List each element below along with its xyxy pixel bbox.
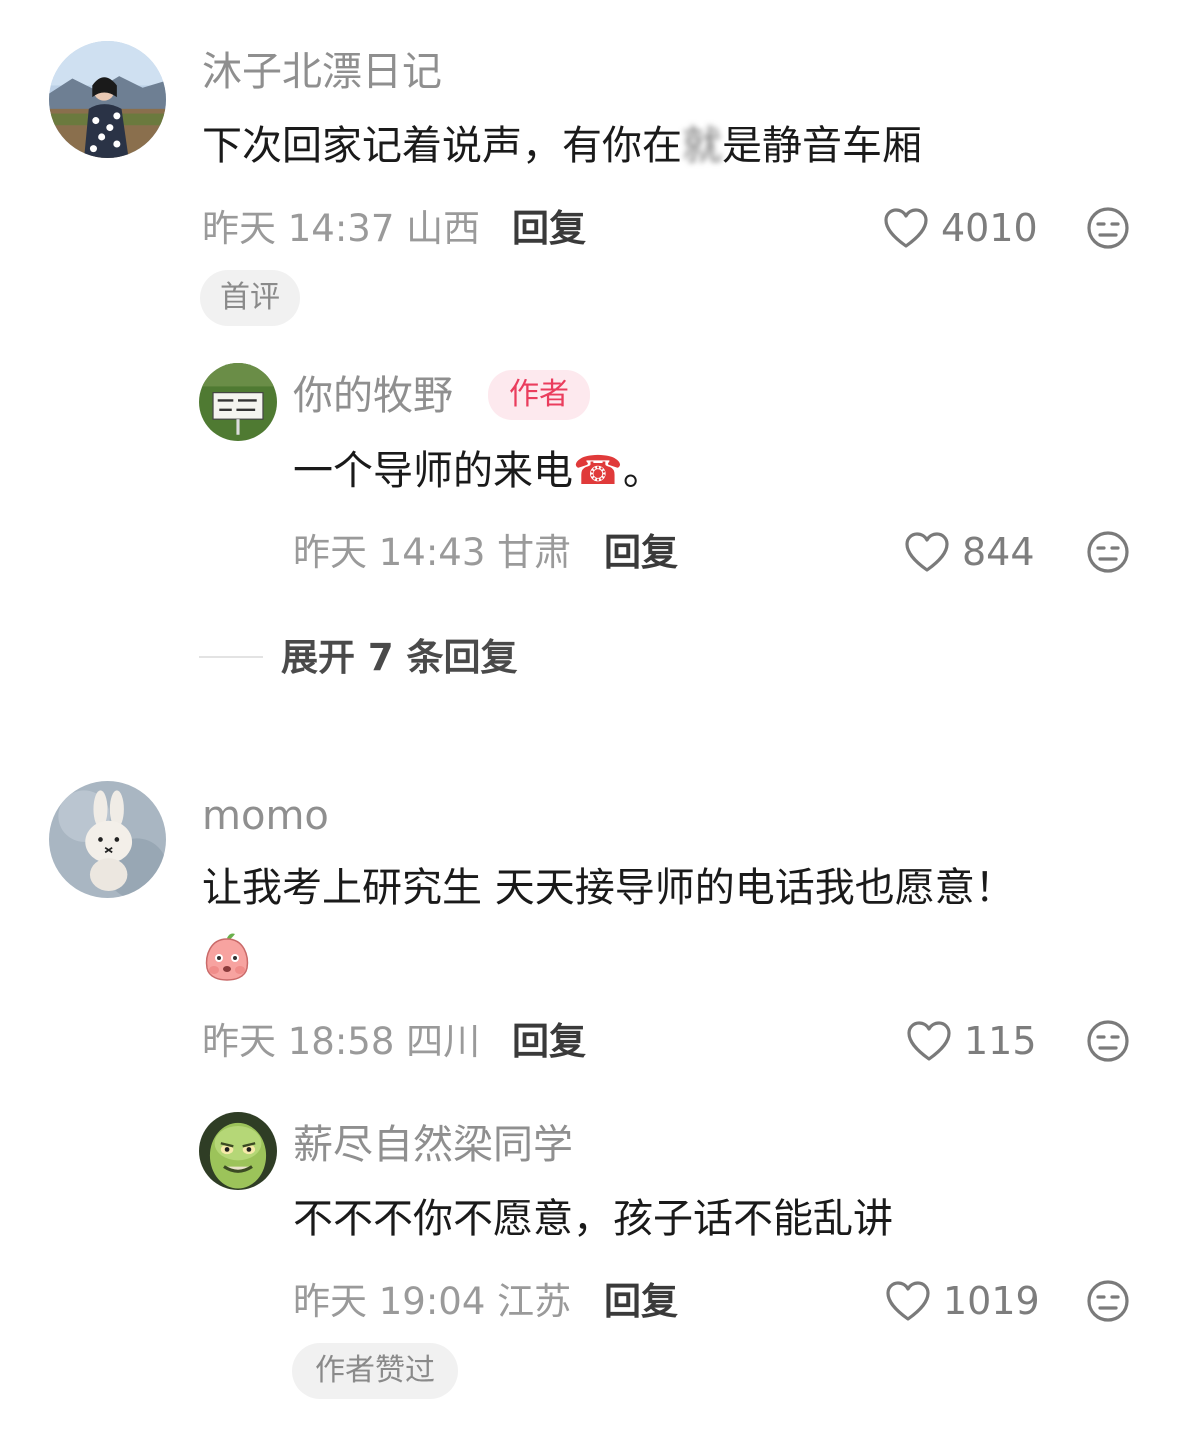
like-button[interactable] bbox=[903, 530, 951, 574]
heart-icon bbox=[905, 532, 949, 572]
comment-meta: 昨天 18:58 四川 bbox=[202, 1020, 481, 1063]
avatar-image bbox=[199, 363, 277, 441]
comment-username[interactable]: 薪尽自然梁同学 bbox=[293, 1125, 573, 1165]
like-count: 1019 bbox=[943, 1279, 1040, 1323]
neutral-face-icon bbox=[1087, 1280, 1129, 1322]
comment-meta: 昨天 19:04 江苏 bbox=[293, 1280, 572, 1323]
comment-text-part: 。 bbox=[622, 448, 663, 494]
comment-text-part: 一个导师的来电 bbox=[293, 448, 573, 494]
neutral-face-icon bbox=[1087, 1020, 1129, 1062]
dislike-button[interactable] bbox=[1086, 1019, 1130, 1063]
comment-username[interactable]: 你的牧野 bbox=[293, 376, 453, 416]
avatar-image bbox=[49, 41, 166, 158]
neutral-face-icon bbox=[1087, 207, 1129, 249]
blurred-text: 就 bbox=[682, 123, 722, 169]
telephone-emoji: ☎ bbox=[573, 448, 623, 494]
comment-meta: 昨天 14:37 山西 bbox=[202, 207, 481, 250]
peach-sticker-icon bbox=[202, 930, 252, 982]
avatar[interactable] bbox=[199, 1112, 277, 1190]
dislike-button[interactable] bbox=[1086, 530, 1130, 574]
like-button[interactable] bbox=[882, 206, 930, 250]
comment-text: 不不不你不愿意，孩子话不能乱讲 bbox=[293, 1196, 893, 1242]
author-liked-tag: 作者赞过 bbox=[292, 1343, 458, 1399]
comment-username[interactable]: momo bbox=[202, 796, 329, 836]
reply-button[interactable]: 回复 bbox=[512, 1023, 586, 1060]
comment-text-part: 下次回家记着说声，有你在 bbox=[202, 123, 682, 169]
avatar[interactable] bbox=[49, 781, 166, 898]
avatar-image bbox=[49, 781, 166, 898]
expand-replies-button[interactable]: 展开 7 条回复 bbox=[281, 639, 518, 676]
neutral-face-icon bbox=[1087, 531, 1129, 573]
like-count: 4010 bbox=[941, 206, 1038, 250]
reply-button[interactable]: 回复 bbox=[604, 534, 678, 571]
author-badge: 作者 bbox=[488, 370, 590, 420]
comment-username[interactable]: 沐子北漂日记 bbox=[202, 52, 442, 92]
reply-button[interactable]: 回复 bbox=[512, 210, 586, 247]
reply-button[interactable]: 回复 bbox=[604, 1283, 678, 1320]
avatar[interactable] bbox=[49, 41, 166, 158]
comment-text-part: 是静音车厢 bbox=[722, 123, 922, 169]
like-button[interactable] bbox=[905, 1019, 953, 1063]
avatar-image bbox=[199, 1112, 277, 1190]
expand-divider bbox=[199, 656, 263, 658]
dislike-button[interactable] bbox=[1086, 1279, 1130, 1323]
comment-text: 下次回家记着说声，有你在就是静音车厢 bbox=[202, 122, 922, 170]
heart-icon bbox=[884, 208, 928, 248]
avatar[interactable] bbox=[199, 363, 277, 441]
comment-text: 让我考上研究生 天天接导师的电话我也愿意！ bbox=[202, 865, 1015, 911]
comment-meta: 昨天 14:43 甘肃 bbox=[293, 531, 572, 574]
like-button[interactable] bbox=[884, 1279, 932, 1323]
like-count: 844 bbox=[962, 530, 1035, 574]
like-count: 115 bbox=[964, 1019, 1037, 1063]
first-comment-tag: 首评 bbox=[200, 270, 300, 326]
comment-text: 一个导师的来电☎。 bbox=[293, 447, 663, 495]
heart-icon bbox=[886, 1281, 930, 1321]
dislike-button[interactable] bbox=[1086, 206, 1130, 250]
heart-icon bbox=[907, 1021, 951, 1061]
